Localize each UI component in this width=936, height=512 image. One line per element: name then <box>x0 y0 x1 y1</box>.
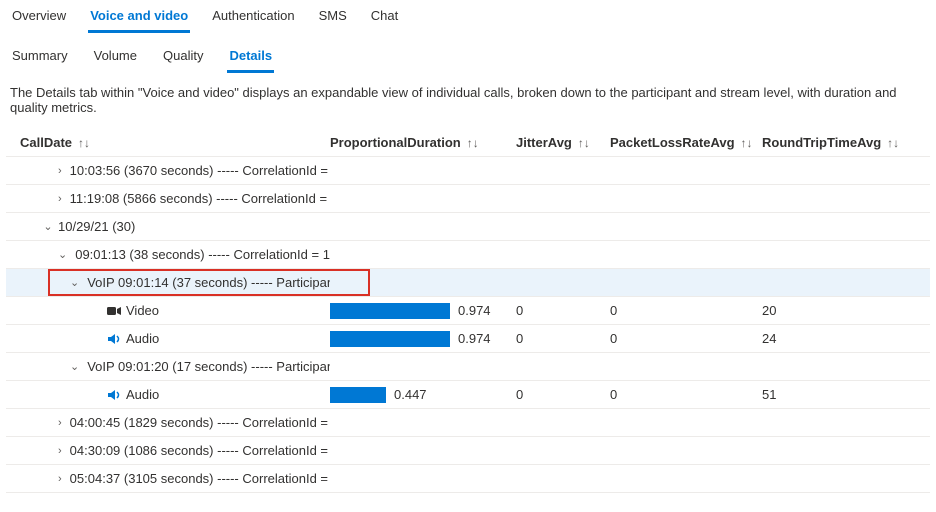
chevron-right-icon[interactable]: › <box>58 445 62 457</box>
sort-icon[interactable]: ↑↓ <box>887 136 899 150</box>
stream-row[interactable]: Video 0.974 0 0 20 <box>6 297 930 325</box>
tab-overview[interactable]: Overview <box>10 2 68 33</box>
row-label: 05:04:37 (3105 seconds) ----- Correlatio… <box>70 471 330 486</box>
chevron-down-icon[interactable]: ⌄ <box>70 360 79 373</box>
tab-authentication[interactable]: Authentication <box>210 2 296 33</box>
proportional-bar <box>330 331 450 347</box>
subtab-volume[interactable]: Volume <box>92 42 139 73</box>
tab-description: The Details tab within "Voice and video"… <box>0 73 936 129</box>
packet-loss-value: 0 <box>610 387 762 402</box>
header-jitter-avg[interactable]: JitterAvg <box>516 135 572 150</box>
jitter-value: 0 <box>516 303 610 318</box>
packet-loss-value: 0 <box>610 331 762 346</box>
tab-voice-video[interactable]: Voice and video <box>88 2 190 33</box>
row-label: 04:00:45 (1829 seconds) ----- Correlatio… <box>70 415 330 430</box>
call-row[interactable]: › 05:04:37 (3105 seconds) ----- Correlat… <box>6 465 930 493</box>
call-row[interactable]: › 04:30:09 (1086 seconds) ----- Correlat… <box>6 437 930 465</box>
participant-row[interactable]: ⌄ VoIP 09:01:20 (17 seconds) ----- Parti… <box>6 353 930 381</box>
sort-icon[interactable]: ↑↓ <box>467 136 479 150</box>
tab-chat[interactable]: Chat <box>369 2 400 33</box>
chevron-right-icon[interactable]: › <box>58 473 62 485</box>
row-label: Audio <box>126 331 159 346</box>
row-label: 11:19:08 (5866 seconds) ----- Correlatio… <box>70 191 330 206</box>
proportional-value: 0.974 <box>458 331 491 346</box>
rtt-value: 20 <box>762 303 912 318</box>
row-label: 04:30:09 (1086 seconds) ----- Correlatio… <box>70 443 330 458</box>
row-label: 09:01:13 (38 seconds) ----- CorrelationI… <box>75 247 330 262</box>
proportional-value: 0.974 <box>458 303 491 318</box>
chevron-right-icon[interactable]: › <box>58 165 62 177</box>
sort-icon[interactable]: ↑↓ <box>78 136 90 150</box>
chevron-down-icon[interactable]: ⌄ <box>58 248 67 261</box>
chevron-right-icon[interactable]: › <box>58 193 62 205</box>
chevron-right-icon[interactable]: › <box>58 417 62 429</box>
audio-icon <box>106 387 122 403</box>
subtab-details[interactable]: Details <box>227 42 274 73</box>
chevron-down-icon[interactable]: ⌄ <box>70 276 79 289</box>
calls-table: CallDate ↑↓ ProportionalDuration ↑↓ Jitt… <box>0 129 936 493</box>
call-row[interactable]: › 04:00:45 (1829 seconds) ----- Correlat… <box>6 409 930 437</box>
row-label: VoIP 09:01:14 (37 seconds) ----- Partici… <box>87 275 330 290</box>
header-proportional-duration[interactable]: ProportionalDuration <box>330 135 461 150</box>
row-label: Video <box>126 303 159 318</box>
tab-sms[interactable]: SMS <box>317 2 349 33</box>
jitter-value: 0 <box>516 387 610 402</box>
row-label: 10:03:56 (3670 seconds) ----- Correlatio… <box>70 163 330 178</box>
header-round-trip-time-avg[interactable]: RoundTripTimeAvg <box>762 135 881 150</box>
proportional-bar <box>330 303 450 319</box>
row-label: Audio <box>126 387 159 402</box>
sub-tabs: Summary Volume Quality Details <box>0 34 936 73</box>
rtt-value: 24 <box>762 331 912 346</box>
stream-row[interactable]: Audio 0.974 0 0 24 <box>6 325 930 353</box>
sort-icon[interactable]: ↑↓ <box>741 136 753 150</box>
row-label: VoIP 09:01:20 (17 seconds) ----- Partici… <box>87 359 330 374</box>
audio-icon <box>106 331 122 347</box>
participant-row-highlight[interactable]: ⌄ VoIP 09:01:14 (37 seconds) ----- Parti… <box>6 269 930 297</box>
call-row[interactable]: › 11:19:08 (5866 seconds) ----- Correlat… <box>6 185 930 213</box>
top-tabs: Overview Voice and video Authentication … <box>0 0 936 34</box>
call-row[interactable]: ⌄ 09:01:13 (38 seconds) ----- Correlatio… <box>6 241 930 269</box>
row-label: 10/29/21 (30) <box>58 219 135 234</box>
video-icon <box>106 303 122 319</box>
subtab-quality[interactable]: Quality <box>161 42 205 73</box>
proportional-bar <box>330 387 386 403</box>
jitter-value: 0 <box>516 331 610 346</box>
header-packet-loss-rate-avg[interactable]: PacketLossRateAvg <box>610 135 735 150</box>
packet-loss-value: 0 <box>610 303 762 318</box>
proportional-value: 0.447 <box>394 387 427 402</box>
chevron-down-icon[interactable]: ⌄ <box>42 220 54 233</box>
header-calldate[interactable]: CallDate <box>20 135 72 150</box>
subtab-summary[interactable]: Summary <box>10 42 70 73</box>
sort-icon[interactable]: ↑↓ <box>578 136 590 150</box>
stream-row[interactable]: Audio 0.447 0 0 51 <box>6 381 930 409</box>
table-header: CallDate ↑↓ ProportionalDuration ↑↓ Jitt… <box>6 129 930 157</box>
rtt-value: 51 <box>762 387 912 402</box>
call-row[interactable]: › 10:03:56 (3670 seconds) ----- Correlat… <box>6 157 930 185</box>
date-group-row[interactable]: ⌄ 10/29/21 (30) <box>6 213 930 241</box>
